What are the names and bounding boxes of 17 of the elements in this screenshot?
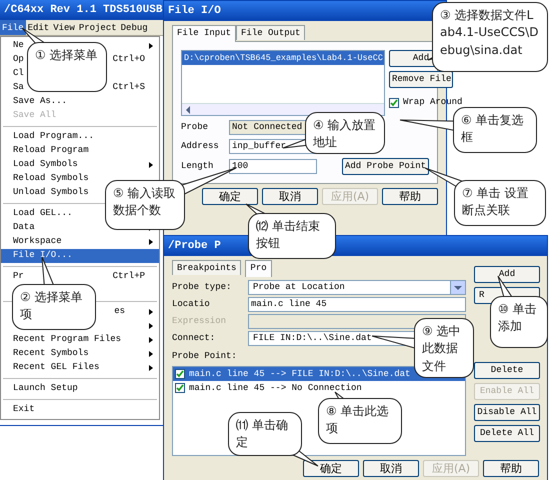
field-label: Length bbox=[181, 160, 214, 173]
list-label: Probe Point: bbox=[172, 350, 238, 363]
callout-tooltip: ⑦ 单击 设置断点关联 bbox=[454, 180, 546, 226]
callout-tooltip: ⑾ 单击确定 bbox=[228, 412, 302, 456]
callout-tooltip: ⑤ 输入读取数据个数 bbox=[105, 180, 185, 230]
callout-tooltip: ⑿ 单击结束按钮 bbox=[248, 213, 336, 259]
callout-tooltip: ① 选择菜单 bbox=[27, 42, 107, 92]
shortcut-text: Ctrl+P bbox=[112, 270, 145, 284]
window-title: /C64xx Rev 1.1 TDS510USB bbox=[0, 0, 163, 20]
field-label: Probe bbox=[181, 120, 210, 134]
field-label: Expression bbox=[172, 314, 228, 328]
shortcut-text: Ctrl+S bbox=[112, 81, 145, 94]
callout-tooltip: ⑩ 单击添加 bbox=[490, 296, 548, 348]
field-label: Address bbox=[181, 140, 220, 153]
field-label: Probe type: bbox=[172, 280, 232, 294]
field-label: Locatio bbox=[172, 298, 211, 311]
field-label: Connect: bbox=[172, 332, 216, 345]
